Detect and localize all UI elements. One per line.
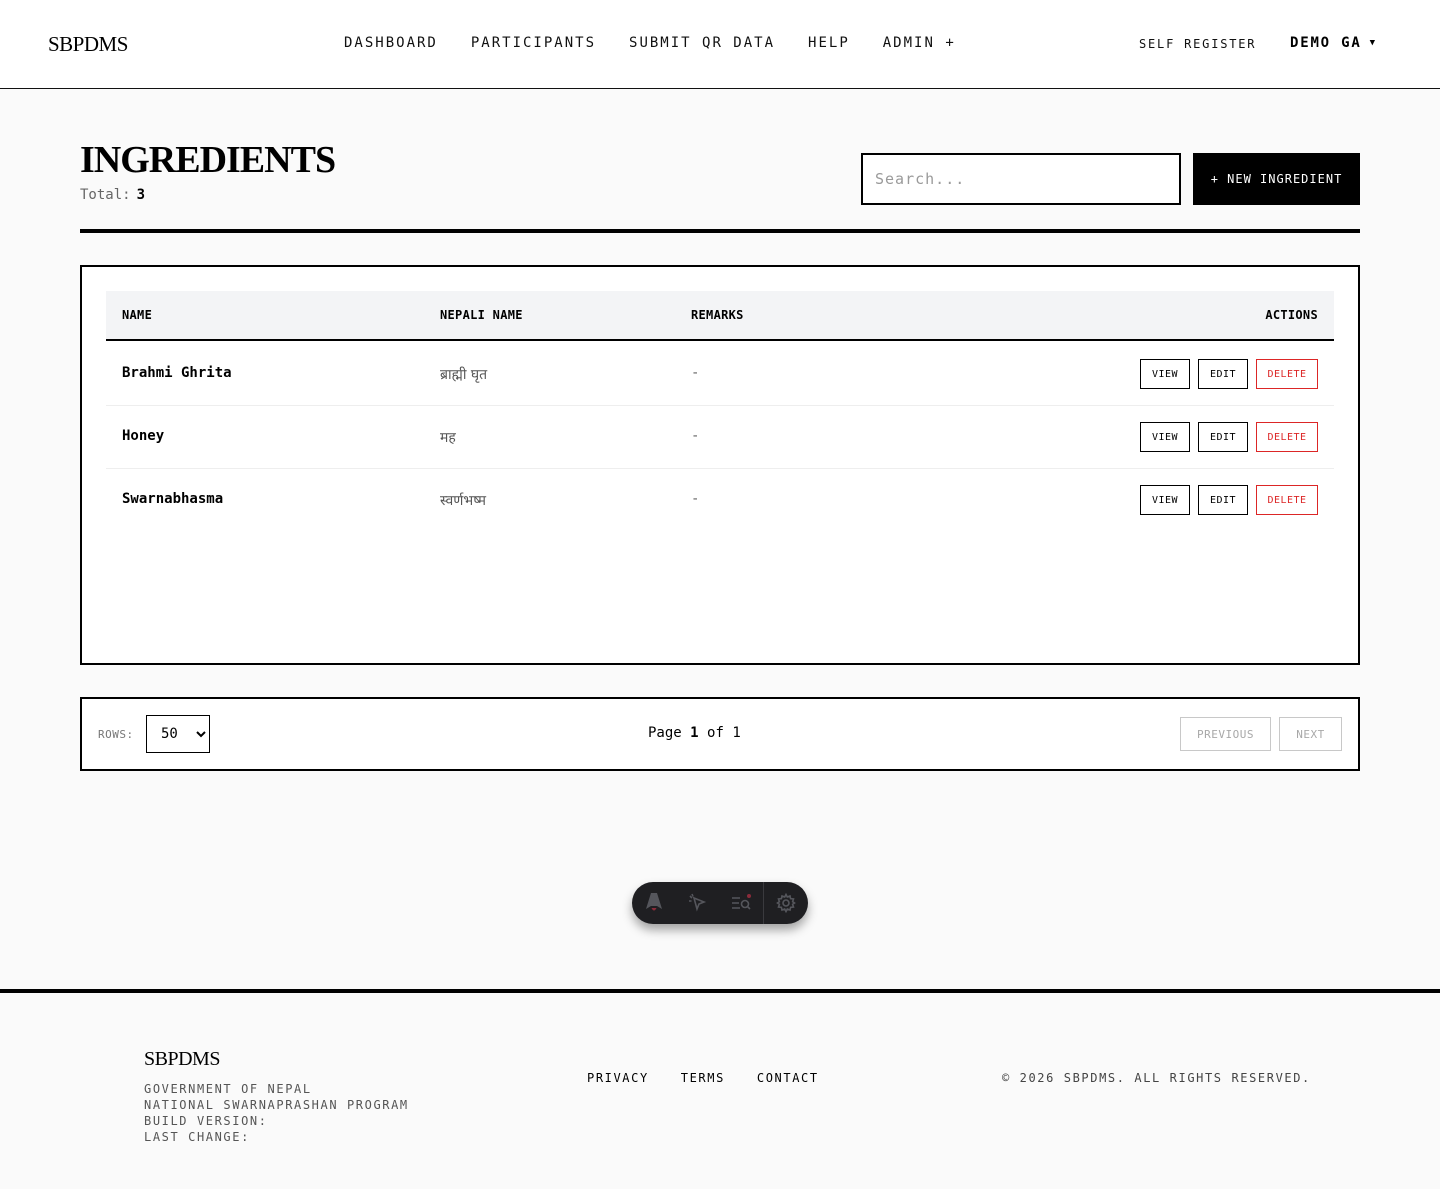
total-value: 3 xyxy=(136,187,146,203)
edit-button[interactable]: EDIT xyxy=(1198,359,1248,389)
page-word: Page xyxy=(648,725,682,741)
page-title: INGREDIENTS xyxy=(80,139,336,181)
edit-button[interactable]: EDIT xyxy=(1198,422,1248,452)
cell-name: Brahmi Ghrita xyxy=(122,365,232,381)
new-ingredient-button[interactable]: + NEW INGREDIENT xyxy=(1193,153,1360,205)
previous-button[interactable]: PREVIOUS xyxy=(1180,717,1271,751)
table-row: Swarnabhasma स्वर्णभष्म - VIEW EDIT DELE… xyxy=(106,469,1334,532)
rows-label: ROWS: xyxy=(98,728,134,741)
nav-dashboard[interactable]: DASHBOARD xyxy=(344,35,438,51)
total-pages: 1 xyxy=(732,725,741,741)
delete-button[interactable]: DELETE xyxy=(1256,422,1318,452)
footer-line: NATIONAL SWARNAPRASHAN PROGRAM xyxy=(144,1098,409,1112)
cursor-select-icon[interactable] xyxy=(676,882,720,924)
pagination-bar: ROWS: 50 Page 1 of 1 PREVIOUS NEXT xyxy=(80,697,1360,771)
self-register-link[interactable]: SELF REGISTER xyxy=(1139,37,1256,51)
row-actions: VIEW EDIT DELETE xyxy=(1140,422,1318,452)
table-row: Brahmi Ghrita ब्राह्मी घृत - VIEW EDIT D… xyxy=(106,343,1334,406)
cell-name: Swarnabhasma xyxy=(122,491,224,507)
top-header: SBPDMS DASHBOARD PARTICIPANTS SUBMIT QR … xyxy=(0,0,1440,89)
total-count: Total: 3 xyxy=(80,187,145,203)
footer-line: LAST CHANGE: xyxy=(144,1130,250,1144)
footer-link-contact[interactable]: CONTACT xyxy=(757,1071,819,1085)
row-actions: VIEW EDIT DELETE xyxy=(1140,359,1318,389)
copyright: © 2026 SBPDMS. ALL RIGHTS RESERVED. xyxy=(1002,1071,1311,1085)
cell-remarks: - xyxy=(691,491,700,507)
brand-logo[interactable]: SBPDMS xyxy=(48,32,128,57)
cell-name: Honey xyxy=(122,428,165,444)
view-button[interactable]: VIEW xyxy=(1140,422,1190,452)
cell-nepali-name: ब्राह्मी घृत xyxy=(440,367,488,383)
table-row: Honey मह - VIEW EDIT DELETE xyxy=(106,406,1334,469)
delete-button[interactable]: DELETE xyxy=(1256,485,1318,515)
footer-line: BUILD VERSION: xyxy=(144,1114,268,1128)
next-button[interactable]: NEXT xyxy=(1279,717,1342,751)
footer-link-privacy[interactable]: PRIVACY xyxy=(587,1071,649,1085)
cell-remarks: - xyxy=(691,428,700,444)
footer-line: GOVERNMENT OF NEPAL xyxy=(144,1082,312,1096)
nav-admin[interactable]: ADMIN + xyxy=(883,35,956,51)
total-label: Total: xyxy=(80,187,131,203)
search-input[interactable] xyxy=(861,153,1181,205)
main-nav: DASHBOARD PARTICIPANTS SUBMIT QR DATA HE… xyxy=(344,35,956,51)
nav-submit-qr-data[interactable]: SUBMIT QR DATA xyxy=(629,35,775,51)
table-header: NAME NEPALI NAME REMARKS ACTIONS xyxy=(106,291,1334,341)
view-button[interactable]: VIEW xyxy=(1140,485,1190,515)
nav-participants[interactable]: PARTICIPANTS xyxy=(471,35,596,51)
cell-nepali-name: मह xyxy=(440,430,456,446)
footer: SBPDMS GOVERNMENT OF NEPAL NATIONAL SWAR… xyxy=(0,989,1440,1189)
gear-icon[interactable] xyxy=(764,882,808,924)
caret-down-icon: ▼ xyxy=(1369,38,1377,48)
user-name: DEMO GA xyxy=(1290,35,1362,51)
footer-link-terms[interactable]: TERMS xyxy=(681,1071,725,1085)
astro-logo-icon[interactable] xyxy=(632,882,676,924)
ingredients-table-card: NAME NEPALI NAME REMARKS ACTIONS Brahmi … xyxy=(80,265,1360,665)
user-menu[interactable]: DEMO GA ▼ xyxy=(1290,35,1377,51)
footer-info: GOVERNMENT OF NEPAL NATIONAL SWARNAPRASH… xyxy=(144,1081,409,1145)
column-header-nepali-name[interactable]: NEPALI NAME xyxy=(440,308,523,322)
title-divider xyxy=(80,229,1360,233)
current-page: 1 xyxy=(690,725,699,741)
nav-help[interactable]: HELP xyxy=(808,35,850,51)
edit-button[interactable]: EDIT xyxy=(1198,485,1248,515)
dev-toolbar xyxy=(632,882,808,924)
of-word: of xyxy=(707,725,724,741)
footer-brand: SBPDMS xyxy=(144,1048,220,1070)
row-actions: VIEW EDIT DELETE xyxy=(1140,485,1318,515)
cell-remarks: - xyxy=(691,365,700,381)
footer-links: PRIVACY TERMS CONTACT xyxy=(587,1071,819,1085)
delete-button[interactable]: DELETE xyxy=(1256,359,1318,389)
column-header-name[interactable]: NAME xyxy=(122,308,152,322)
page-indicator: Page 1 of 1 xyxy=(648,725,741,741)
cell-nepali-name: स्वर्णभष्म xyxy=(440,493,486,509)
column-header-remarks[interactable]: REMARKS xyxy=(691,308,744,322)
view-button[interactable]: VIEW xyxy=(1140,359,1190,389)
audit-list-icon[interactable] xyxy=(720,882,764,924)
rows-per-page-select[interactable]: 50 xyxy=(146,715,210,753)
column-header-actions: ACTIONS xyxy=(1265,308,1318,322)
